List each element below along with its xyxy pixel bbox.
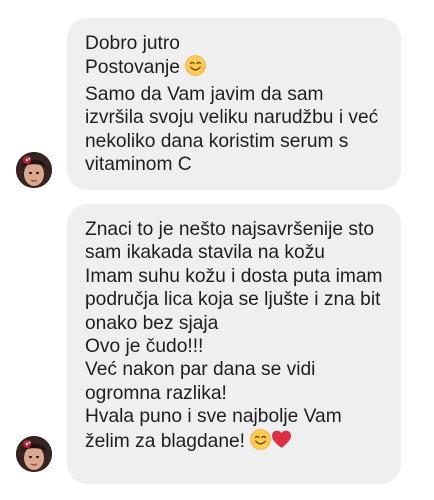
smiling-face-icon <box>250 428 272 456</box>
message-line: Već nakon par dana se vidi <box>85 359 316 381</box>
message-line: Hvala puno i sve najbolje Vam <box>85 406 342 428</box>
message-bubble[interactable]: Dobro jutro Postovanje Samo da Vam javim… <box>67 18 401 190</box>
message-line: nekoliko dana koristim serum s <box>85 130 349 152</box>
message-line-with-emoji: želim za blagdane! <box>85 428 389 456</box>
sender-avatar[interactable] <box>16 436 52 472</box>
message-line: ogromna razlika! <box>85 382 227 404</box>
message-line-with-emoji: Postovanje <box>85 55 389 82</box>
smiling-face-icon <box>185 55 207 82</box>
message-line: onako bez sjaja <box>85 312 219 334</box>
user-avatar-icon <box>16 436 52 472</box>
message-row: Znaci to je nešto najsavršenije sto sam … <box>0 204 434 484</box>
message-line: Znaci to je nešto najsavršenije sto <box>85 219 375 240</box>
user-avatar-icon <box>16 152 52 188</box>
message-row: Dobro jutro Postovanje Samo da Vam javim… <box>0 18 434 190</box>
message-line: sam ikakada stavila na kožu <box>85 242 325 264</box>
message-line: Dobro jutro <box>85 33 180 54</box>
message-line: Ovo je čudo!!! <box>85 336 204 358</box>
message-line: izvršila svoju veliku narudžbu i već <box>85 107 379 129</box>
chat-thread: Dobro jutro Postovanje Samo da Vam javim… <box>0 0 434 500</box>
message-line: područja lica koja se ljušte i zna bit <box>85 289 381 311</box>
message-line-text: želim za blagdane! <box>85 430 245 452</box>
message-line-text: Postovanje <box>85 57 180 79</box>
sender-avatar[interactable] <box>16 152 52 188</box>
red-heart-icon <box>271 429 292 456</box>
message-line: Imam suhu kožu i dosta puta imam <box>85 265 383 287</box>
message-bubble[interactable]: Znaci to je nešto najsavršenije sto sam … <box>67 204 401 484</box>
message-line: Samo da Vam javim da sam <box>85 83 324 105</box>
message-line: vitaminom C <box>85 154 192 176</box>
